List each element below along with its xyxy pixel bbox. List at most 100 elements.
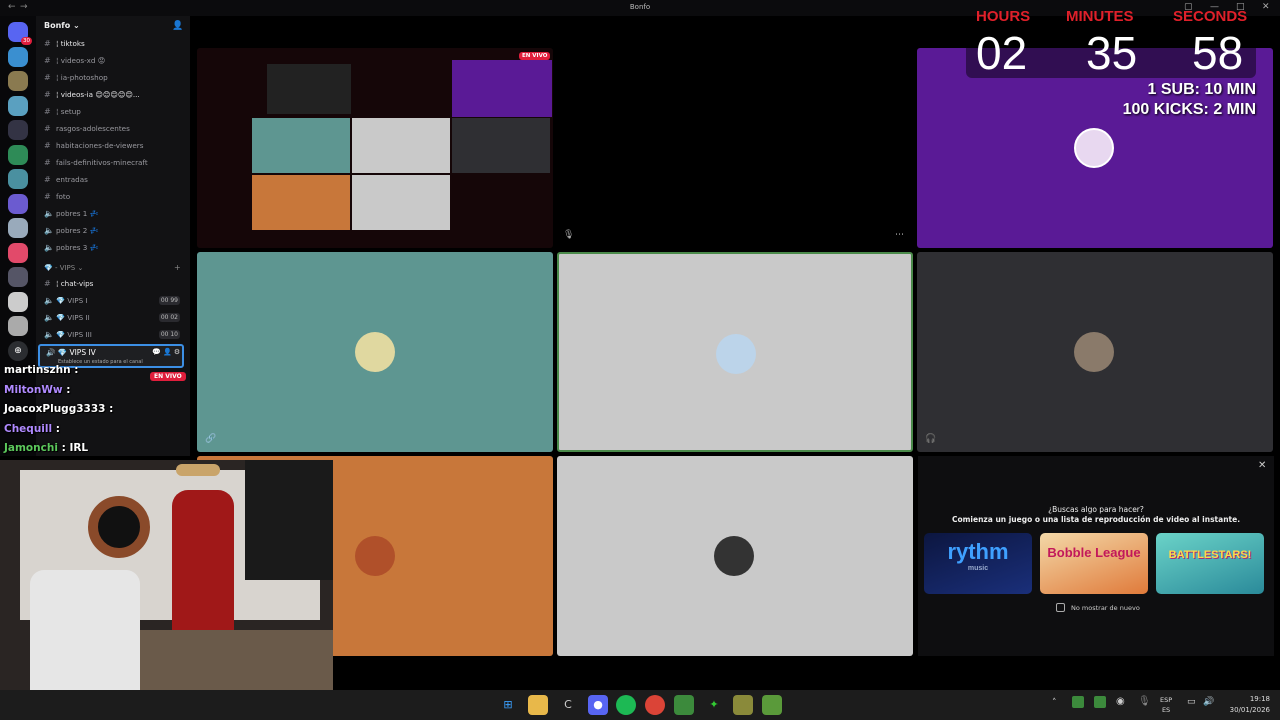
voice-channel[interactable]: 🔈 pobres 3 💤 [44, 240, 186, 255]
mic-muted-icon: 🎙 [563, 230, 575, 240]
discord-logo-icon[interactable]: 30 [8, 22, 32, 45]
participant-tile-speaking[interactable] [557, 252, 913, 452]
chat-username: Jamonchi [4, 442, 58, 454]
text-channel[interactable]: # rasgos-adolescentes [44, 121, 186, 136]
channel-name: ¦ ia-photoshop [56, 73, 108, 82]
text-channel[interactable]: # ¦ tiktoks [44, 36, 186, 51]
speaker-icon: 🔈 [44, 243, 54, 252]
add-channel-icon[interactable]: + [174, 263, 181, 272]
close-panel-icon[interactable]: ✕ [1258, 460, 1266, 471]
text-channel[interactable]: # entradas [44, 172, 186, 187]
tray-chevron-icon[interactable]: ˄ [1052, 698, 1057, 708]
server-icon[interactable] [8, 169, 28, 189]
channel-name: ¦ setup [56, 107, 81, 116]
deafened-icon: 🎧 [925, 434, 937, 444]
voice-channel[interactable]: 🔈 💎 VIPS II 00 02 [44, 310, 186, 325]
add-member-icon[interactable]: 👤 [172, 21, 183, 31]
subathon-timer: HOURS MINUTES SECONDS 02 35 58 1 SUB: 10… [960, 0, 1280, 118]
screenshare-tile[interactable]: EN VIVO [197, 48, 553, 248]
chat-message: martinszhn : [4, 364, 79, 376]
participant-tile[interactable]: 🔗 [197, 252, 553, 452]
text-channel[interactable]: # foto [44, 189, 186, 204]
minutes-label: MINUTES [1066, 8, 1134, 25]
chat-username: Chequill [4, 422, 53, 435]
file-explorer-icon[interactable] [528, 695, 548, 715]
dont-show-label: No mostrar de nuevo [1071, 604, 1140, 612]
microphone-icon[interactable]: 🎙 [1138, 696, 1151, 707]
chat-message: JoacoxPlugg3333 : [4, 403, 114, 415]
tray-app-icon[interactable] [1094, 696, 1106, 708]
channel-name: entradas [56, 175, 88, 184]
server-icon[interactable] [8, 95, 28, 116]
game-card-bobble-league[interactable]: Bobble League [1040, 533, 1148, 594]
voice-channel[interactable]: 🔈 💎 VIPS I 00 99 [44, 293, 186, 308]
app-icon[interactable]: ✦ [704, 695, 724, 715]
server-icon[interactable] [8, 291, 28, 312]
voice-channel[interactable]: 🔈 pobres 2 💤 [44, 223, 186, 238]
text-channel[interactable]: # ¦ videos-xd 😡 [44, 53, 186, 68]
channel-name: 💎 VIPS I [56, 296, 88, 305]
server-icon[interactable] [8, 46, 28, 67]
volume-icon[interactable]: 🔊 [1203, 697, 1214, 707]
server-icon[interactable] [8, 267, 28, 287]
participant-tile[interactable]: 🎧 [917, 252, 1273, 452]
app-icon[interactable] [733, 695, 753, 715]
channel-name: 💎 VIPS III [56, 330, 92, 339]
language-indicator[interactable]: ESP ES [1160, 695, 1172, 715]
server-icon[interactable] [8, 218, 28, 238]
hat-shape [176, 464, 220, 476]
channel-name: pobres 1 💤 [56, 209, 99, 218]
dont-show-checkbox[interactable] [1056, 603, 1065, 612]
text-channel[interactable]: # fails-definitivos-minecraft [44, 155, 186, 170]
voice-channel[interactable]: 🔈 pobres 1 💤 [44, 206, 186, 221]
server-name-header[interactable]: Bonfo ⌄ [44, 21, 80, 30]
hashtag-icon: # [44, 175, 51, 184]
text-channel[interactable]: # ¦ setup [44, 104, 186, 119]
text-channel[interactable]: # ¦ ia-photoshop [44, 70, 186, 85]
hashtag-icon: # [44, 90, 51, 99]
app-icon[interactable] [762, 695, 782, 715]
channel-name: foto [56, 192, 71, 201]
voice-channel[interactable]: 🔈 💎 VIPS III 00 10 [44, 327, 186, 342]
hashtag-icon: # [44, 73, 51, 82]
sub-rule: 1 SUB: 10 MIN [1147, 81, 1256, 98]
server-icon[interactable] [8, 242, 28, 263]
tray-app-icon[interactable] [1072, 696, 1084, 708]
server-icon[interactable] [8, 71, 28, 91]
participant-tile[interactable] [557, 456, 913, 656]
speaker-icon: 🔈 [44, 330, 54, 339]
hashtag-icon: # [44, 39, 51, 48]
text-channel[interactable]: # ¦ chat-vips [44, 276, 186, 291]
category-vips[interactable]: 💎 - VIPS ⌄ [44, 264, 83, 272]
chat-message: Jamonchi : IRL [4, 442, 89, 454]
ccleaner-icon[interactable]: C [558, 695, 578, 715]
more-options-icon[interactable]: ⋯ [895, 230, 904, 240]
game-card-battlestars[interactable]: BATTLESTARS! [1156, 533, 1264, 594]
text-channel[interactable]: # habitaciones-de-viewers [44, 138, 186, 153]
add-server-icon[interactable]: ⊕ [8, 341, 28, 361]
discord-icon[interactable]: ● [588, 695, 608, 715]
notification-badge: 30 [21, 37, 32, 45]
server-icon[interactable] [8, 193, 28, 214]
start-icon[interactable]: ⊞ [498, 695, 518, 715]
tray-app-icon[interactable]: ◉ [1116, 696, 1125, 707]
server-icon[interactable] [8, 120, 28, 140]
hashtag-icon: # [44, 158, 51, 167]
chrome-icon[interactable] [645, 695, 665, 715]
server-icon[interactable] [8, 316, 28, 336]
webcam-overlay [0, 460, 333, 720]
hours-value: 02 [976, 27, 1028, 79]
speaker-icon: 🔈 [44, 313, 54, 322]
channel-settings-icons[interactable]: 💬 👤 ⚙ [152, 348, 180, 356]
game-card-rythm[interactable]: rythm music [924, 533, 1032, 594]
speaker-icon: 🔊 [46, 348, 56, 357]
clock[interactable]: 19:18 30/01/2026 [1224, 694, 1270, 716]
server-icon[interactable] [8, 144, 28, 165]
text-channel[interactable]: # ¦ videos-ia 😊😊😊😊😊... [44, 87, 186, 102]
network-icon[interactable]: ▭ [1187, 697, 1196, 707]
spotify-icon[interactable] [616, 695, 636, 715]
chat-username: JoacoxPlugg3333 [4, 403, 106, 415]
avatar [716, 334, 756, 374]
minecraft-icon[interactable] [674, 695, 694, 715]
selected-channel-name: 💎 VIPS IV [57, 348, 96, 357]
